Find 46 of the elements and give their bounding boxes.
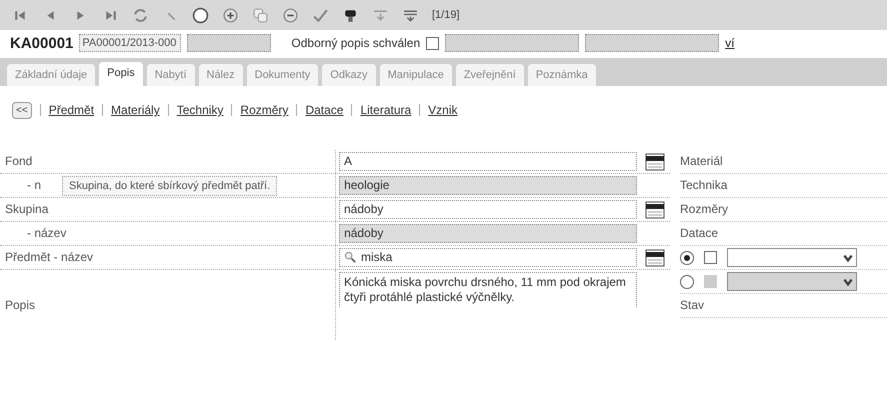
input-field[interactable]: nádoby (339, 200, 638, 219)
section-link[interactable]: Rozměry (240, 103, 288, 117)
radio-button[interactable] (680, 250, 694, 264)
approved-checkbox[interactable] (426, 36, 440, 50)
copy-icon[interactable] (252, 6, 269, 24)
section-link[interactable]: Techniky (176, 103, 224, 117)
tab[interactable]: Popis (99, 62, 143, 86)
header-link[interactable]: ví (725, 36, 734, 50)
field-label: Skupina (5, 202, 48, 216)
record-code: KA00001 (10, 34, 74, 52)
refresh-icon[interactable] (132, 6, 149, 24)
field-label: Materiál (680, 153, 723, 170)
field-label: - n (27, 178, 42, 192)
description-textarea[interactable]: Kónická miska povrchu drsného, 11 mm pod okrajem čtyři protáhlé plastické výčnělky. (339, 272, 638, 307)
remove-icon[interactable] (282, 6, 299, 24)
field-label: - název (27, 226, 66, 240)
field-label: Fond (5, 154, 32, 168)
section-link[interactable]: Literatura (360, 103, 412, 117)
readonly-field: nádoby (339, 224, 638, 243)
section-link[interactable]: Datace (305, 103, 344, 117)
field-label: Datace (680, 225, 718, 242)
field-label: Popis (5, 298, 36, 312)
readonly-field: heologie (339, 176, 638, 195)
search-field[interactable]: miska (339, 248, 638, 267)
circle-icon[interactable] (192, 6, 209, 24)
calendar-icon[interactable] (645, 248, 666, 266)
section-link[interactable]: Předmět (48, 103, 94, 117)
dropdown[interactable] (727, 248, 857, 267)
field-label: Technika (680, 177, 728, 194)
check-icon[interactable] (312, 6, 329, 24)
add-icon[interactable] (222, 6, 239, 24)
field-label: Předmět - název (5, 250, 94, 264)
calendar-icon[interactable] (645, 200, 666, 218)
approved-label: Odborný popis schválen (291, 36, 420, 50)
calendar-icon[interactable] (645, 152, 666, 170)
checkbox[interactable] (704, 251, 717, 264)
field-label: Stav (680, 297, 704, 314)
record-counter: [1/19] (432, 9, 460, 21)
inventory-number-field[interactable]: PA00001/2013-000 (79, 34, 182, 52)
field-label: Rozměry (680, 201, 728, 218)
tooltip: Skupina, do které sbírkový předmět patří. (62, 176, 278, 196)
section-link[interactable]: Vznik (428, 103, 458, 117)
back-button[interactable]: << (12, 102, 32, 118)
input-field[interactable]: A (339, 152, 638, 171)
section-link[interactable]: Materiály (111, 103, 160, 117)
search-icon (344, 251, 357, 264)
